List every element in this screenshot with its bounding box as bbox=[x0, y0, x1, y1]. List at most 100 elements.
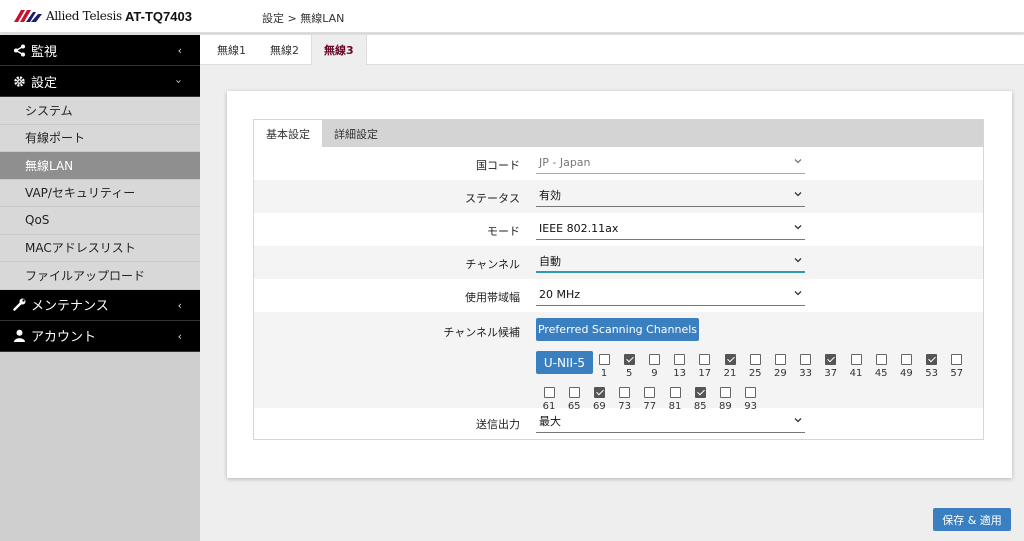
checkbox[interactable] bbox=[568, 387, 580, 398]
channel-checkbox-25[interactable]: 25 bbox=[744, 354, 766, 379]
breadcrumb: 設定 > 無線LAN bbox=[262, 12, 345, 25]
channel-value: 自動 bbox=[539, 254, 561, 268]
sidebar-item-label: VAP/セキュリティー bbox=[25, 186, 136, 201]
checkbox[interactable] bbox=[850, 354, 862, 365]
mode-select[interactable]: IEEE 802.11ax bbox=[536, 217, 805, 240]
checkbox[interactable] bbox=[644, 387, 656, 398]
tab-radio-1[interactable]: 無線1 bbox=[200, 35, 258, 65]
sidebar-item-label: 無線LAN bbox=[25, 158, 74, 173]
bandwidth-value: 20 MHz bbox=[539, 287, 581, 301]
channel-number: 37 bbox=[824, 368, 838, 379]
checkbox[interactable] bbox=[619, 387, 631, 398]
channel-checkbox-57[interactable]: 57 bbox=[946, 354, 968, 379]
channel-checkbox-49[interactable]: 49 bbox=[895, 354, 917, 379]
checkbox[interactable] bbox=[875, 354, 887, 365]
checkbox[interactable] bbox=[749, 354, 761, 365]
channel-number: 1 bbox=[600, 368, 608, 379]
row-bandwidth: 使用帯域幅 20 MHz bbox=[254, 279, 983, 312]
checkbox[interactable] bbox=[648, 354, 660, 365]
tx-power-select[interactable]: 最大 bbox=[536, 410, 805, 433]
checkbox[interactable] bbox=[623, 354, 635, 365]
chevron-down-icon bbox=[794, 418, 802, 423]
sidebar-group-label: 設定 bbox=[31, 75, 58, 91]
channel-select[interactable]: 自動 bbox=[536, 250, 805, 273]
tab-advanced-settings[interactable]: 詳細設定 bbox=[322, 120, 390, 147]
channel-checkbox-29[interactable]: 29 bbox=[769, 354, 791, 379]
chevron-left-icon: ‹ bbox=[177, 44, 182, 57]
channel-number: 13 bbox=[673, 368, 686, 379]
channel-checkbox-37[interactable]: 37 bbox=[820, 354, 842, 379]
brand-name: Allied Telesis bbox=[46, 9, 122, 23]
save-apply-button[interactable]: 保存 & 適用 bbox=[933, 508, 1011, 531]
sidebar-item-label: QoS bbox=[25, 213, 50, 228]
channel-number: 29 bbox=[774, 368, 787, 379]
checkbox[interactable] bbox=[745, 387, 757, 398]
chevron-left-icon: ‹ bbox=[177, 298, 182, 312]
chevron-down-icon bbox=[794, 192, 802, 197]
unii-5-button[interactable]: U-NII-5 bbox=[536, 351, 593, 374]
tab-radio-3[interactable]: 無線3 bbox=[311, 35, 367, 65]
sidebar-group-monitor[interactable]: 監視 ‹ bbox=[0, 35, 200, 66]
channel-checkbox-9[interactable]: 9 bbox=[643, 354, 665, 379]
channel-number: 9 bbox=[651, 368, 658, 379]
channel-checkbox-5[interactable]: 5 bbox=[618, 354, 640, 379]
bandwidth-select[interactable]: 20 MHz bbox=[536, 283, 805, 306]
checkbox[interactable] bbox=[699, 354, 711, 365]
sidebar-item-label: MACアドレスリスト bbox=[25, 241, 136, 256]
channel-number: 5 bbox=[626, 368, 633, 379]
sidebar-item-qos[interactable]: QoS bbox=[0, 207, 200, 235]
checkbox[interactable] bbox=[900, 354, 912, 365]
sidebar-group-settings[interactable]: 設定 ‹ bbox=[0, 66, 200, 97]
channel-checkbox-1[interactable]: 1 bbox=[593, 354, 615, 379]
channel-checkbox-53[interactable]: 53 bbox=[921, 354, 943, 379]
channel-checkbox-17[interactable]: 17 bbox=[694, 354, 716, 379]
checkbox[interactable] bbox=[951, 354, 963, 365]
checkbox[interactable] bbox=[694, 387, 706, 398]
chevron-down-icon bbox=[794, 258, 802, 263]
sidebar-item-file-upload[interactable]: ファイルアップロード bbox=[0, 262, 200, 290]
channel-checkbox-21[interactable]: 21 bbox=[719, 354, 741, 379]
sidebar-item-system[interactable]: システム bbox=[0, 97, 200, 125]
status-value: 有効 bbox=[539, 189, 561, 202]
sidebar-item-wired-port[interactable]: 有線ポート bbox=[0, 124, 200, 152]
tab-radio-2[interactable]: 無線2 bbox=[258, 35, 311, 65]
channel-number: 45 bbox=[874, 368, 888, 379]
channel-checkbox-41[interactable]: 41 bbox=[845, 354, 867, 379]
checkbox[interactable] bbox=[825, 354, 837, 365]
sidebar-item-vap-security[interactable]: VAP/セキュリティー bbox=[0, 179, 200, 207]
status-select[interactable]: 有効 bbox=[536, 184, 805, 207]
channel-number: 25 bbox=[748, 368, 762, 379]
checkbox[interactable] bbox=[543, 387, 555, 398]
chevron-down-icon bbox=[794, 225, 802, 230]
row-mode: モード IEEE 802.11ax bbox=[254, 213, 983, 246]
row-channel-candidates: チャンネル候補 Preferred Scanning Channels U-NI… bbox=[254, 312, 983, 412]
channel-number: 17 bbox=[698, 368, 712, 379]
sidebar-item-label: ファイルアップロード bbox=[25, 268, 146, 283]
sidebar-item-wireless-lan[interactable]: 無線LAN bbox=[0, 152, 200, 180]
sidebar-group-maintenance[interactable]: メンテナンス ‹ bbox=[0, 289, 200, 321]
status-label: ステータス bbox=[465, 192, 520, 205]
sidebar-group-account[interactable]: アカウント ‹ bbox=[0, 320, 200, 352]
sidebar-item-mac-list[interactable]: MACアドレスリスト bbox=[0, 234, 200, 262]
channel-label: チャンネル bbox=[465, 258, 520, 271]
checkbox[interactable] bbox=[774, 354, 786, 365]
checkbox[interactable] bbox=[719, 387, 731, 398]
checkbox[interactable] bbox=[598, 354, 610, 365]
checkbox[interactable] bbox=[674, 354, 686, 365]
tab-basic-settings[interactable]: 基本設定 bbox=[254, 120, 322, 147]
checkbox[interactable] bbox=[926, 354, 938, 365]
checkbox[interactable] bbox=[800, 354, 812, 365]
sidebar-group-label: アカウント bbox=[31, 330, 97, 345]
preferred-scanning-channels-button[interactable]: Preferred Scanning Channels bbox=[536, 318, 699, 341]
channel-checkbox-45[interactable]: 45 bbox=[870, 354, 892, 379]
chevron-down-icon bbox=[794, 291, 802, 296]
checkbox[interactable] bbox=[724, 354, 736, 365]
allied-telesis-logo-icon bbox=[14, 10, 44, 22]
checkbox[interactable] bbox=[669, 387, 681, 398]
channel-number: 49 bbox=[900, 368, 913, 379]
country-select[interactable]: JP - Japan bbox=[536, 151, 805, 174]
channel-checkbox-13[interactable]: 13 bbox=[669, 354, 691, 379]
checkbox[interactable] bbox=[593, 387, 605, 398]
channel-checkbox-33[interactable]: 33 bbox=[795, 354, 817, 379]
radio-tabs: 無線1 無線2 無線3 bbox=[200, 35, 1024, 65]
